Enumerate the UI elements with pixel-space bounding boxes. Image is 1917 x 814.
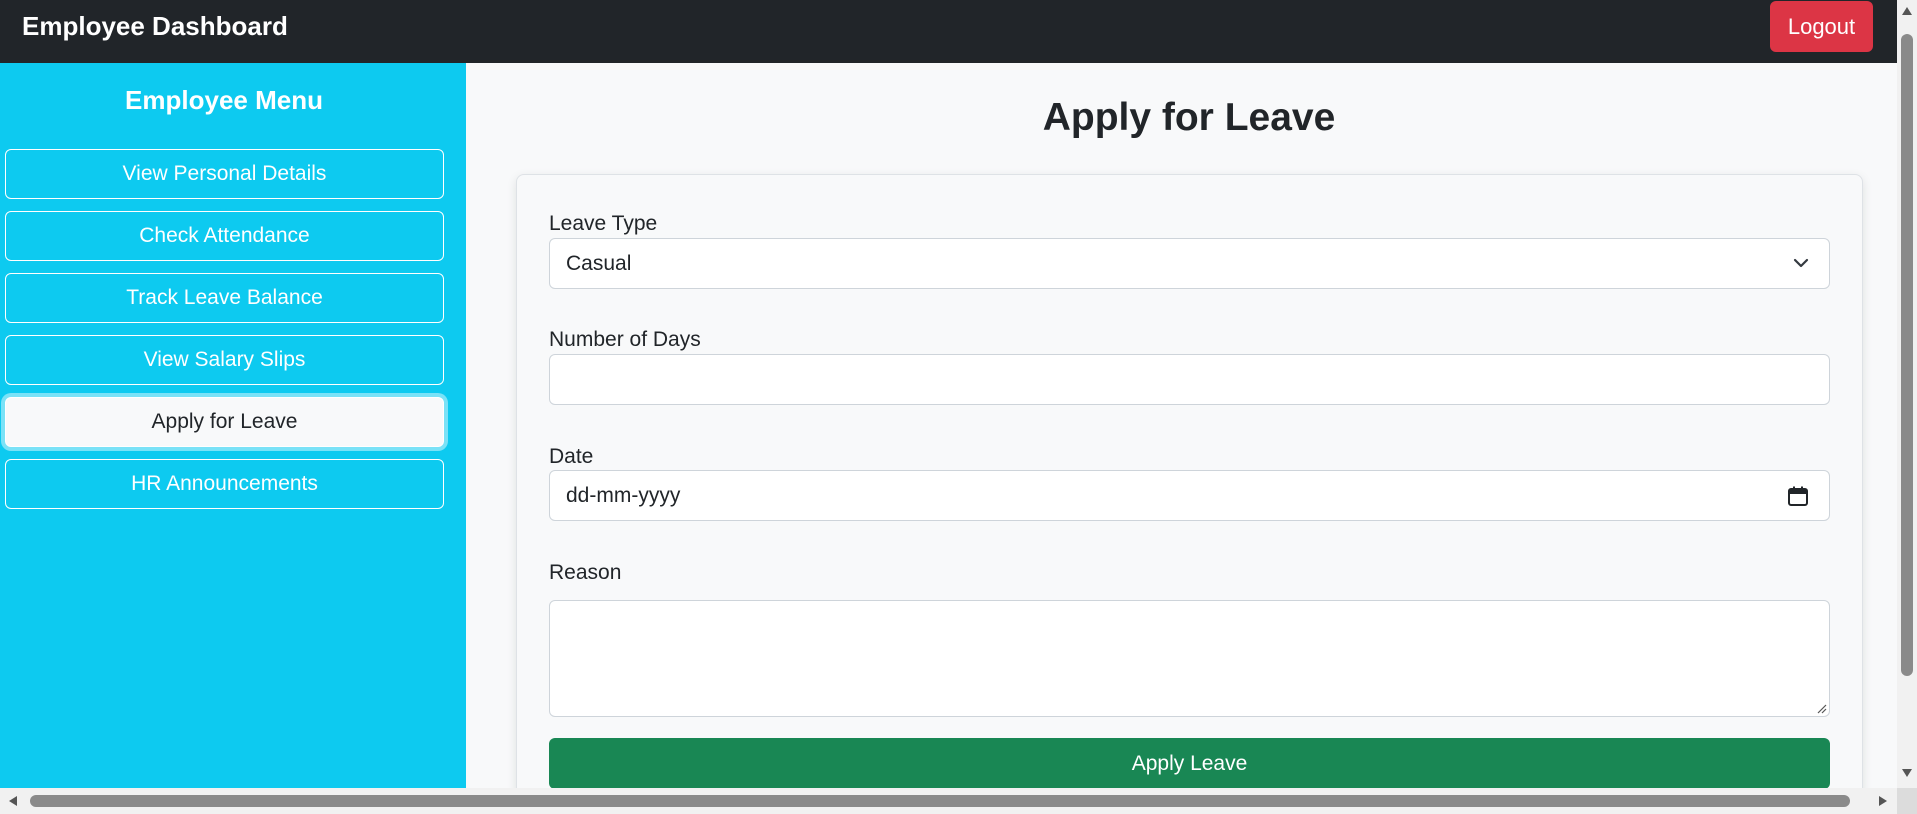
sidebar-item-view-salary-slips[interactable]: View Salary Slips bbox=[5, 335, 444, 385]
days-label: Number of Days bbox=[549, 328, 701, 351]
scroll-right-arrow-icon[interactable] bbox=[1878, 795, 1888, 807]
vertical-scrollbar[interactable] bbox=[1897, 0, 1917, 788]
sidebar-item-track-leave-balance[interactable]: Track Leave Balance bbox=[5, 273, 444, 323]
reason-textarea[interactable] bbox=[549, 600, 1830, 717]
page-viewport: Employee Dashboard Logout Employee Menu … bbox=[0, 0, 1897, 788]
vertical-scroll-thumb[interactable] bbox=[1901, 34, 1913, 676]
date-label: Date bbox=[549, 445, 594, 468]
chevron-down-icon bbox=[1793, 258, 1809, 268]
scroll-down-arrow-icon[interactable] bbox=[1901, 768, 1913, 778]
scroll-left-arrow-icon[interactable] bbox=[8, 795, 18, 807]
apply-leave-button[interactable]: Apply Leave bbox=[549, 738, 1830, 788]
top-navbar: Employee Dashboard Logout bbox=[0, 0, 1897, 63]
logout-button[interactable]: Logout bbox=[1770, 1, 1873, 52]
number-of-days-input[interactable] bbox=[549, 354, 1830, 405]
sidebar-item-check-attendance[interactable]: Check Attendance bbox=[5, 211, 444, 261]
scroll-up-arrow-icon[interactable] bbox=[1901, 6, 1913, 16]
leave-type-value: Casual bbox=[566, 251, 632, 275]
resize-handle-icon[interactable] bbox=[1815, 702, 1827, 714]
sidebar-title: Employee Menu bbox=[125, 85, 323, 115]
reason-label: Reason bbox=[549, 561, 622, 584]
leave-form-card: Leave Type Casual Number of Days Date dd… bbox=[516, 174, 1863, 788]
dashboard-brand: Employee Dashboard bbox=[22, 11, 288, 41]
scrollbar-corner bbox=[1897, 788, 1917, 814]
horizontal-scroll-thumb[interactable] bbox=[30, 795, 1850, 807]
sidebar: Employee Menu View Personal Details Chec… bbox=[0, 63, 466, 788]
calendar-icon[interactable] bbox=[1787, 485, 1809, 507]
leave-type-label: Leave Type bbox=[549, 212, 658, 235]
horizontal-scrollbar[interactable] bbox=[0, 788, 1897, 814]
date-placeholder: dd-mm-yyyy bbox=[566, 483, 681, 507]
sidebar-item-apply-for-leave[interactable]: Apply for Leave bbox=[5, 397, 444, 447]
leave-type-select[interactable]: Casual bbox=[549, 238, 1830, 289]
date-input[interactable]: dd-mm-yyyy bbox=[549, 470, 1830, 521]
page-title: Apply for Leave bbox=[1042, 96, 1336, 139]
main-content: Apply for Leave Leave Type Casual Number… bbox=[466, 63, 1897, 788]
sidebar-item-hr-announcements[interactable]: HR Announcements bbox=[5, 459, 444, 509]
sidebar-item-view-personal-details[interactable]: View Personal Details bbox=[5, 149, 444, 199]
